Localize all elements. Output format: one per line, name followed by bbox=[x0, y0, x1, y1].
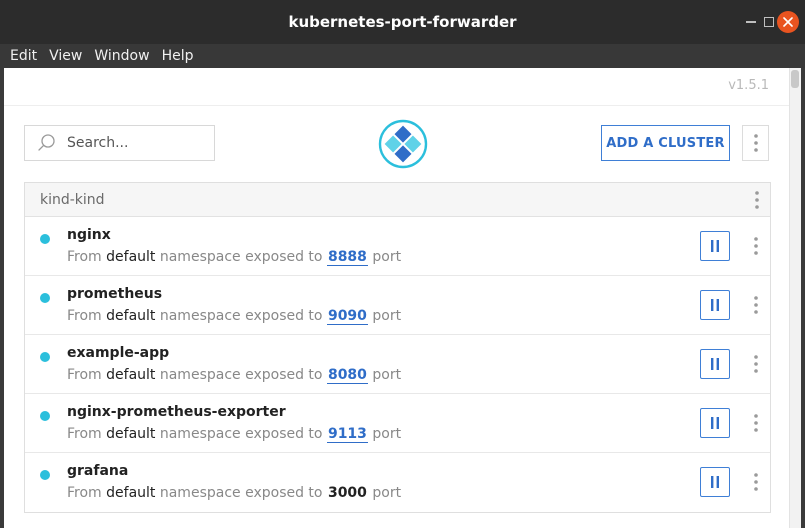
menu-bar: Edit View Window Help bbox=[0, 44, 805, 68]
menu-edit[interactable]: Edit bbox=[4, 48, 43, 64]
desc-suffix: port bbox=[372, 308, 402, 324]
status-dot bbox=[40, 293, 50, 303]
service-row: example-app From default namespace expos… bbox=[25, 335, 770, 394]
pause-icon bbox=[711, 417, 719, 429]
service-name: prometheus bbox=[67, 286, 163, 302]
desc-suffix: port bbox=[372, 485, 402, 501]
cluster-name: kind-kind bbox=[40, 191, 105, 208]
namespace: default bbox=[106, 367, 156, 383]
pause-button[interactable] bbox=[700, 408, 730, 438]
service-name: nginx bbox=[67, 227, 111, 243]
kebab-menu-icon bbox=[754, 296, 758, 314]
desc-suffix: port bbox=[372, 367, 402, 383]
namespace: default bbox=[106, 485, 156, 501]
pause-icon bbox=[711, 299, 719, 311]
close-icon[interactable] bbox=[777, 11, 799, 33]
service-description: From default namespace exposed to 9090 p… bbox=[67, 308, 402, 325]
desc-prefix: From bbox=[67, 249, 102, 265]
service-name: example-app bbox=[67, 345, 170, 361]
window-border-right bbox=[801, 68, 805, 528]
pause-button[interactable] bbox=[700, 349, 730, 379]
desc-middle: namespace exposed to bbox=[159, 308, 323, 324]
service-name: nginx-prometheus-exporter bbox=[67, 404, 286, 420]
status-dot bbox=[40, 470, 50, 480]
cluster-header: kind-kind bbox=[25, 183, 770, 217]
desc-middle: namespace exposed to bbox=[159, 426, 323, 442]
row-menu-button[interactable] bbox=[751, 412, 761, 434]
scrollbar-thumb[interactable] bbox=[791, 70, 799, 88]
app-content: v1.5.1 ADD A CLUSTER kind-kind bbox=[4, 68, 801, 528]
status-dot bbox=[40, 411, 50, 421]
desc-middle: namespace exposed to bbox=[159, 367, 323, 383]
desc-prefix: From bbox=[67, 426, 102, 442]
scrollbar[interactable] bbox=[789, 68, 801, 528]
kebab-menu-icon bbox=[754, 473, 758, 491]
service-row: nginx-prometheus-exporter From default n… bbox=[25, 394, 770, 453]
service-description: From default namespace exposed to 8080 p… bbox=[67, 367, 402, 384]
search-input[interactable] bbox=[67, 135, 197, 151]
app-logo bbox=[378, 119, 428, 169]
cluster-panel: kind-kind nginx From default namespace e… bbox=[24, 182, 771, 513]
cluster-menu-button[interactable] bbox=[752, 189, 762, 211]
service-name: grafana bbox=[67, 463, 129, 479]
pause-button[interactable] bbox=[700, 467, 730, 497]
desc-middle: namespace exposed to bbox=[159, 485, 323, 501]
row-menu-button[interactable] bbox=[751, 294, 761, 316]
desc-prefix: From bbox=[67, 308, 102, 324]
desc-suffix: port bbox=[372, 249, 402, 265]
menu-window[interactable]: Window bbox=[88, 48, 155, 64]
kebab-menu-icon bbox=[754, 237, 758, 255]
window-title: kubernetes-port-forwarder bbox=[288, 13, 517, 31]
service-row: nginx From default namespace exposed to … bbox=[25, 217, 770, 276]
service-row: prometheus From default namespace expose… bbox=[25, 276, 770, 335]
desc-suffix: port bbox=[372, 426, 402, 442]
kebab-menu-icon bbox=[755, 191, 759, 209]
desc-prefix: From bbox=[67, 367, 102, 383]
pause-button[interactable] bbox=[700, 231, 730, 261]
search-box[interactable] bbox=[24, 125, 215, 161]
header-menu-button[interactable] bbox=[742, 125, 769, 161]
title-bar: kubernetes-port-forwarder bbox=[0, 0, 805, 44]
version-label: v1.5.1 bbox=[728, 78, 769, 93]
service-description: From default namespace exposed to 8888 p… bbox=[67, 249, 402, 266]
port-link[interactable]: 8080 bbox=[326, 367, 368, 384]
add-cluster-button[interactable]: ADD A CLUSTER bbox=[601, 125, 730, 161]
pause-icon bbox=[711, 358, 719, 370]
port-link[interactable]: 8888 bbox=[326, 249, 368, 266]
desc-prefix: From bbox=[67, 485, 102, 501]
pause-icon bbox=[711, 476, 719, 488]
menu-help[interactable]: Help bbox=[156, 48, 200, 64]
search-icon bbox=[38, 134, 55, 151]
kebab-menu-icon bbox=[754, 355, 758, 373]
row-menu-button[interactable] bbox=[751, 471, 761, 493]
namespace: default bbox=[106, 249, 156, 265]
namespace: default bbox=[106, 426, 156, 442]
kebab-menu-icon bbox=[754, 414, 758, 432]
kebab-menu-icon bbox=[753, 134, 758, 152]
service-description: From default namespace exposed to 3000 p… bbox=[67, 485, 401, 501]
port-value: 3000 bbox=[327, 485, 367, 501]
status-dot bbox=[40, 234, 50, 244]
port-link[interactable]: 9090 bbox=[326, 308, 368, 325]
namespace: default bbox=[106, 308, 156, 324]
status-dot bbox=[40, 352, 50, 362]
pause-button[interactable] bbox=[700, 290, 730, 320]
service-description: From default namespace exposed to 9113 p… bbox=[67, 426, 402, 443]
pause-icon bbox=[711, 240, 719, 252]
menu-view[interactable]: View bbox=[43, 48, 88, 64]
desc-middle: namespace exposed to bbox=[159, 249, 323, 265]
row-menu-button[interactable] bbox=[751, 353, 761, 375]
row-menu-button[interactable] bbox=[751, 235, 761, 257]
top-divider bbox=[4, 105, 789, 106]
service-row: grafana From default namespace exposed t… bbox=[25, 453, 770, 512]
port-link[interactable]: 9113 bbox=[326, 426, 368, 443]
